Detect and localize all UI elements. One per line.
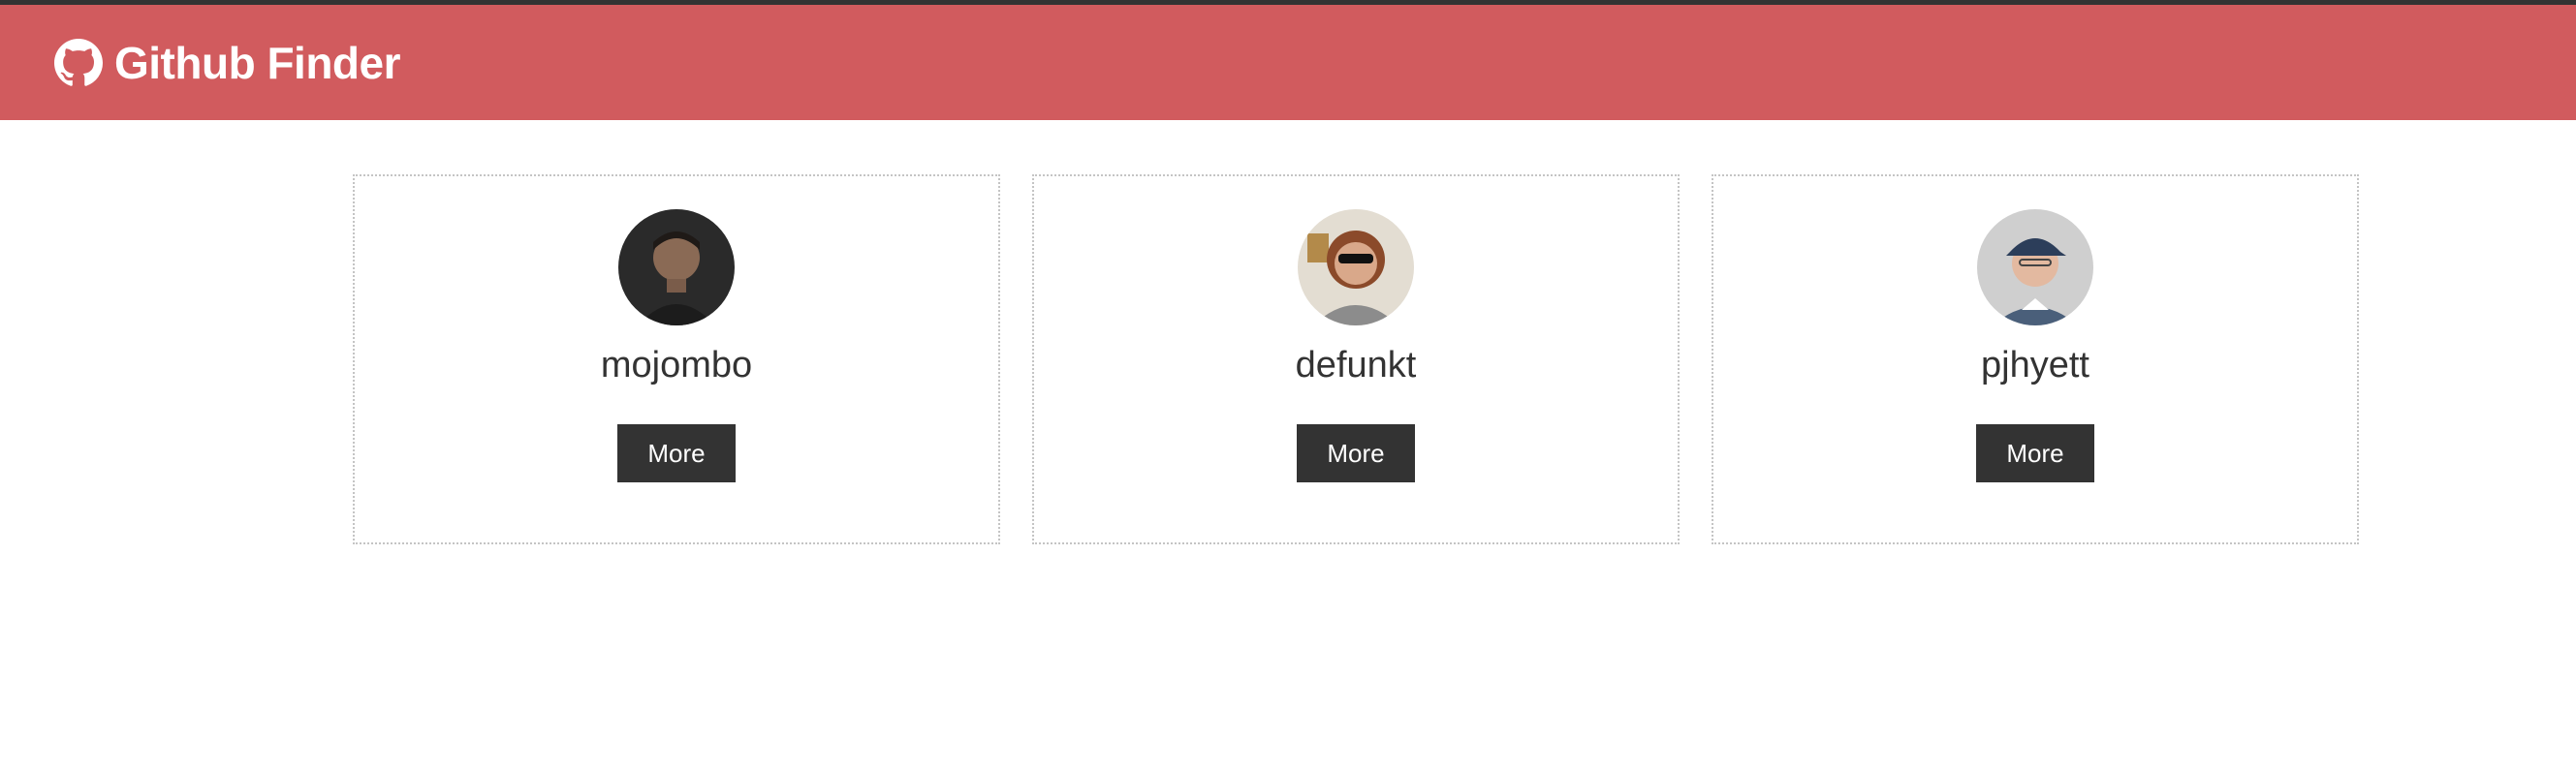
user-card: mojombo More [353, 174, 1000, 544]
brand-link[interactable]: Github Finder [54, 37, 401, 89]
username: mojombo [600, 345, 753, 386]
users-grid: mojombo More defunkt More pjhyett More [353, 174, 2359, 544]
navbar: Github Finder [0, 5, 2576, 120]
username: pjhyett [1981, 345, 2089, 386]
more-button[interactable]: More [1976, 424, 2094, 482]
more-button[interactable]: More [1297, 424, 1415, 482]
app-title: Github Finder [114, 37, 401, 88]
user-card: pjhyett More [1712, 174, 2359, 544]
username: defunkt [1295, 345, 1417, 386]
github-icon [54, 38, 103, 87]
avatar [1977, 209, 2093, 325]
avatar [618, 209, 735, 325]
more-button[interactable]: More [617, 424, 736, 482]
user-card: defunkt More [1032, 174, 1680, 544]
avatar [1298, 209, 1414, 325]
